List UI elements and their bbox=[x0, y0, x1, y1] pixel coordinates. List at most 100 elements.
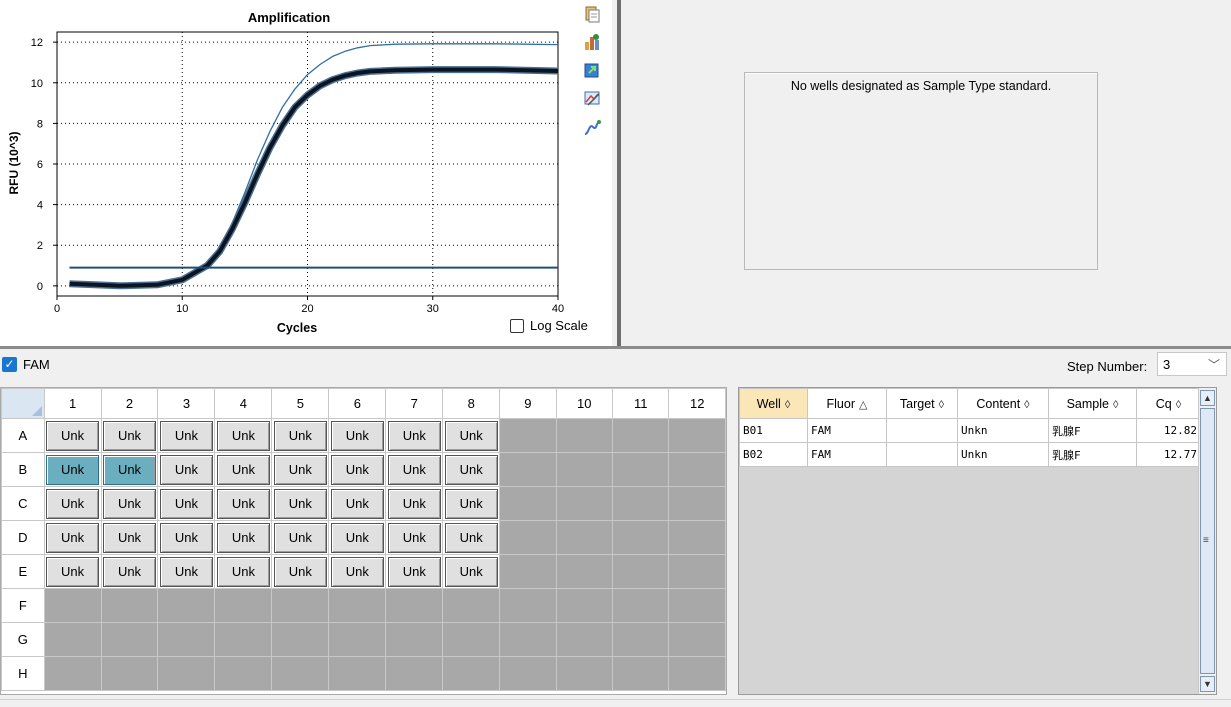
plate-well[interactable] bbox=[612, 452, 670, 487]
plate-row-header[interactable]: B bbox=[1, 452, 45, 487]
well-content-label[interactable]: Unk bbox=[103, 488, 156, 519]
plate-well[interactable] bbox=[43, 656, 102, 691]
plate-well[interactable] bbox=[668, 588, 726, 623]
plate-column-header[interactable]: 5 bbox=[271, 388, 330, 419]
plate-well[interactable]: Unk bbox=[157, 418, 216, 453]
well-content-label[interactable]: Unk bbox=[46, 488, 100, 519]
fluor-filter[interactable]: ✓ FAM bbox=[0, 352, 50, 376]
well-content-label[interactable]: Unk bbox=[159, 488, 213, 519]
well-content-label[interactable]: Unk bbox=[387, 556, 441, 587]
well-content-label[interactable]: Unk bbox=[46, 522, 100, 553]
plate-well[interactable] bbox=[612, 656, 670, 691]
plate-well[interactable]: Unk bbox=[385, 520, 444, 555]
well-content-label[interactable]: Unk bbox=[387, 522, 441, 553]
plate-well[interactable] bbox=[442, 588, 501, 623]
plate-well[interactable]: Unk bbox=[157, 486, 216, 521]
chart-options-icon[interactable] bbox=[582, 32, 602, 52]
plate-well[interactable] bbox=[668, 656, 726, 691]
plate-column-header[interactable]: 7 bbox=[385, 388, 444, 419]
plate-well[interactable]: Unk bbox=[100, 554, 159, 589]
plate-well[interactable]: Unk bbox=[100, 418, 159, 453]
plate-column-header[interactable]: 10 bbox=[555, 388, 614, 419]
well-content-label[interactable]: Unk bbox=[46, 420, 100, 451]
plate-well[interactable] bbox=[157, 656, 216, 691]
plate-well[interactable]: Unk bbox=[157, 452, 216, 487]
plate-well[interactable]: Unk bbox=[43, 554, 102, 589]
plate-well[interactable] bbox=[555, 554, 614, 589]
plate-column-header[interactable]: 11 bbox=[612, 388, 670, 419]
plate-well[interactable] bbox=[555, 418, 614, 453]
well-content-label[interactable]: Unk bbox=[46, 454, 100, 485]
sort-icon[interactable]: ◊ bbox=[1024, 399, 1029, 411]
plate-well[interactable] bbox=[442, 656, 501, 691]
results-column-header[interactable]: Sample ◊ bbox=[1048, 388, 1137, 419]
plate-column-header[interactable]: 12 bbox=[668, 388, 726, 419]
plate-well[interactable]: Unk bbox=[271, 486, 330, 521]
plate-well[interactable] bbox=[385, 588, 444, 623]
well-content-label[interactable]: Unk bbox=[273, 420, 327, 451]
plate-row-header[interactable]: F bbox=[1, 588, 45, 623]
plate-well[interactable] bbox=[100, 656, 159, 691]
results-column-header[interactable]: Cq ◊ bbox=[1136, 388, 1201, 419]
copy-icon[interactable] bbox=[582, 4, 602, 24]
plate-well[interactable] bbox=[100, 588, 159, 623]
plate-well[interactable] bbox=[555, 656, 614, 691]
plate-well[interactable] bbox=[328, 656, 387, 691]
plate-row-header[interactable]: C bbox=[1, 486, 45, 521]
plate-well[interactable]: Unk bbox=[442, 452, 501, 487]
plate-well[interactable] bbox=[499, 588, 557, 623]
plate-well[interactable]: Unk bbox=[214, 520, 273, 555]
results-column-header[interactable]: Well ◊ bbox=[739, 388, 808, 419]
well-content-label[interactable]: Unk bbox=[273, 488, 327, 519]
plate-well[interactable] bbox=[612, 622, 670, 657]
sort-icon[interactable]: ◊ bbox=[1176, 399, 1181, 411]
plate-well[interactable] bbox=[271, 656, 330, 691]
plate-well[interactable] bbox=[214, 656, 273, 691]
plate-well[interactable] bbox=[328, 588, 387, 623]
plate-well[interactable] bbox=[668, 554, 726, 589]
well-content-label[interactable]: Unk bbox=[444, 556, 498, 587]
plate-well[interactable] bbox=[214, 622, 273, 657]
well-content-label[interactable]: Unk bbox=[103, 522, 156, 553]
plate-well[interactable]: Unk bbox=[157, 520, 216, 555]
plate-well[interactable]: Unk bbox=[385, 452, 444, 487]
plate-well[interactable]: Unk bbox=[271, 452, 330, 487]
plate-well[interactable] bbox=[612, 486, 670, 521]
plate-column-header[interactable]: 8 bbox=[442, 388, 501, 419]
well-content-label[interactable]: Unk bbox=[216, 420, 270, 451]
plate-well[interactable] bbox=[499, 452, 557, 487]
plate-well[interactable] bbox=[43, 622, 102, 657]
well-content-label[interactable]: Unk bbox=[159, 454, 213, 485]
plate-row-header[interactable]: D bbox=[1, 520, 45, 555]
plate-well[interactable] bbox=[555, 452, 614, 487]
plate-well[interactable] bbox=[43, 588, 102, 623]
well-content-label[interactable]: Unk bbox=[330, 488, 384, 519]
plate-well[interactable]: Unk bbox=[385, 418, 444, 453]
well-content-label[interactable]: Unk bbox=[103, 420, 156, 451]
plate-well[interactable]: Unk bbox=[442, 418, 501, 453]
plate-well[interactable] bbox=[555, 486, 614, 521]
well-content-label[interactable]: Unk bbox=[273, 454, 327, 485]
plate-column-header[interactable]: 6 bbox=[328, 388, 387, 419]
plate-well[interactable]: Unk bbox=[100, 520, 159, 555]
plate-well[interactable]: Unk bbox=[271, 554, 330, 589]
plate-well[interactable] bbox=[214, 588, 273, 623]
plate-well[interactable] bbox=[157, 588, 216, 623]
plate-well[interactable] bbox=[328, 622, 387, 657]
plate-well[interactable] bbox=[499, 554, 557, 589]
plate-well[interactable]: Unk bbox=[100, 486, 159, 521]
image-export-icon[interactable] bbox=[582, 88, 602, 108]
plate-well[interactable] bbox=[499, 656, 557, 691]
plate-well[interactable] bbox=[442, 622, 501, 657]
well-content-label[interactable]: Unk bbox=[46, 556, 100, 587]
plate-well[interactable]: Unk bbox=[385, 486, 444, 521]
well-content-label[interactable]: Unk bbox=[159, 556, 213, 587]
well-content-label[interactable]: Unk bbox=[330, 522, 384, 553]
plate-well[interactable] bbox=[668, 520, 726, 555]
plate-well[interactable]: Unk bbox=[43, 418, 102, 453]
well-content-label[interactable]: Unk bbox=[444, 522, 498, 553]
scroll-up-button[interactable]: ▲ bbox=[1200, 390, 1215, 406]
step-number-select[interactable]: 3 ﹀ bbox=[1157, 352, 1227, 376]
plate-well[interactable]: Unk bbox=[442, 486, 501, 521]
plate-column-header[interactable]: 3 bbox=[157, 388, 216, 419]
